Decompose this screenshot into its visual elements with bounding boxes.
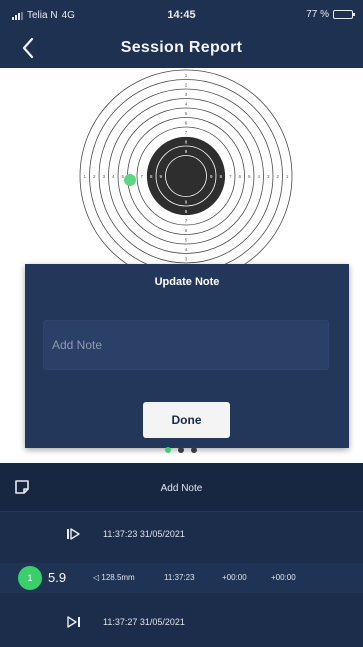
session-end-row: 11:37:27 31/05/2021 (0, 613, 363, 633)
add-note-row[interactable]: Add Note (0, 463, 363, 512)
battery-icon (333, 10, 355, 19)
shot-number-badge: 1 (18, 566, 42, 590)
page-dot[interactable] (191, 447, 197, 453)
add-note-label: Add Note (160, 483, 203, 494)
page-dot[interactable] (165, 447, 171, 453)
battery-status: 77 % (306, 9, 355, 20)
page-dot[interactable] (178, 447, 184, 453)
modal-title: Update Note (154, 276, 220, 288)
shot-offset-first: +00:00 (222, 573, 247, 582)
done-button[interactable]: Done (143, 402, 230, 438)
shot-row[interactable]: 1 5.9 ◁ 128.5mm 11:37:23 +00:00 +00:00 (0, 563, 363, 593)
page-title: Session Report (120, 39, 243, 56)
session-start-timestamp: 11:37:23 31/05/2021 (103, 529, 185, 539)
session-start-row: 11:37:23 31/05/2021 (0, 525, 363, 545)
shot-time: 11:37:23 (164, 573, 195, 582)
session-end-timestamp: 11:37:27 31/05/2021 (103, 617, 185, 627)
note-input[interactable] (43, 320, 329, 370)
play-end-icon (67, 616, 80, 628)
play-start-icon (67, 528, 80, 540)
shot-distance: ◁ 128.5mm (93, 573, 135, 582)
shot-score: 5.9 (48, 570, 67, 585)
battery-percent: 77 % (306, 9, 329, 20)
page-indicator (165, 447, 197, 453)
status-bar: Telia N 4G 14:45 77 % (0, 0, 363, 30)
update-note-modal: Update Note Done (25, 264, 349, 448)
nav-bar: Session Report (0, 30, 363, 68)
session-log-panel: Add Note 11:37:23 31/05/2021 1 5.9 ◁ 128… (0, 463, 363, 647)
shot-offset-second: +00:00 (271, 573, 296, 582)
